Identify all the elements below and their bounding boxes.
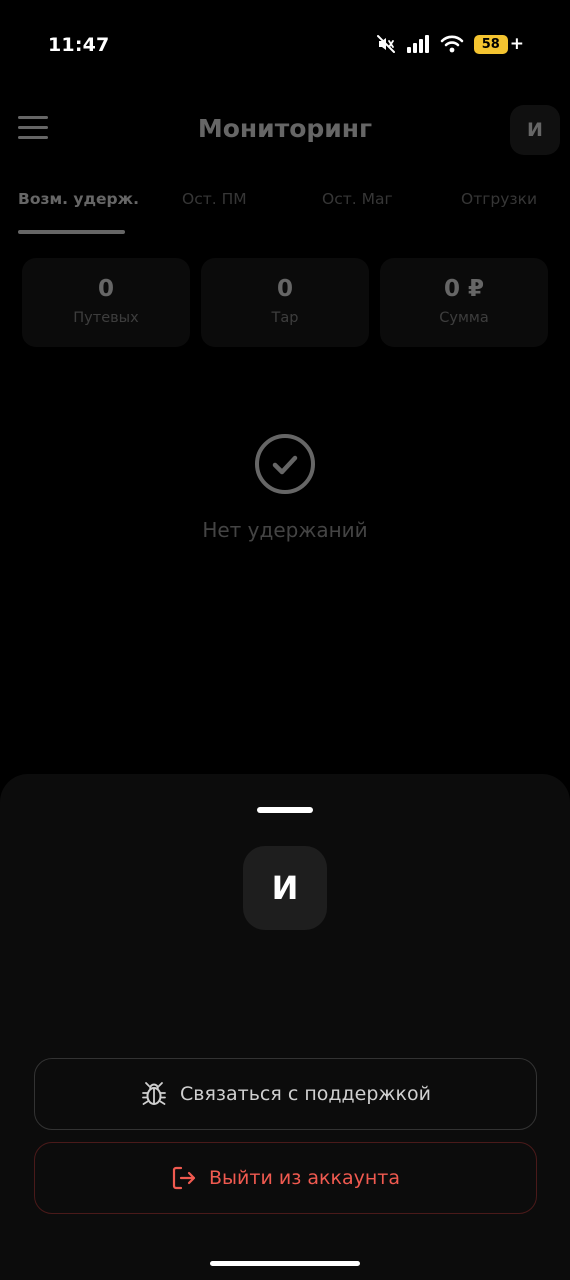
sheet-drag-handle[interactable] [257,807,313,813]
tab-remaining-pm[interactable]: Ост. ПМ [182,190,247,208]
stat-value: 0 [276,276,293,302]
stat-card-containers: 0 Тар [201,258,369,347]
status-bar: 11:47 58 + [0,0,570,92]
check-circle-icon [255,434,315,494]
charging-icon: + [509,34,524,54]
empty-state-text: Нет удержаний [202,518,368,542]
stat-card-waybills: 0 Путевых [22,258,190,347]
empty-state: Нет удержаний [0,432,570,542]
contact-support-button[interactable]: Связаться с поддержкой [34,1058,537,1130]
tab-possible-holds[interactable]: Возм. удерж. [18,190,139,208]
stat-card-sum: 0 ₽ Сумма [380,258,548,347]
wifi-icon [440,35,464,53]
contact-support-label: Связаться с поддержкой [180,1083,431,1105]
mute-icon [376,35,395,53]
profile-bottom-sheet: И Связаться с поддержкой Выйти из аккаун… [0,774,570,1280]
stat-label: Сумма [439,310,489,326]
logout-button[interactable]: Выйти из аккаунта [34,1142,537,1214]
status-icons: 58 + [376,34,524,54]
stat-label: Тар [271,310,299,326]
stats-row: 0 Путевых 0 Тар 0 ₽ Сумма [22,258,548,347]
logout-label: Выйти из аккаунта [209,1167,400,1189]
page-title: Мониторинг [197,114,373,143]
app-header: Мониторинг И [0,92,570,172]
active-tab-indicator [18,230,125,234]
stat-label: Путевых [73,310,139,326]
status-time: 11:47 [48,34,110,56]
tab-shipments[interactable]: Отгрузки [461,190,537,208]
stat-value: 0 [97,276,114,302]
stat-value: 0 ₽ [443,276,484,302]
home-indicator [210,1261,360,1266]
battery-level: 58 [473,34,508,54]
battery-indicator: 58 + [473,34,524,54]
tab-remaining-store[interactable]: Ост. Маг [322,190,393,208]
logout-icon [172,1166,196,1190]
bug-icon [142,1082,166,1105]
signal-icon [406,35,429,53]
profile-avatar[interactable]: И [510,105,560,155]
sheet-avatar: И [243,846,327,930]
